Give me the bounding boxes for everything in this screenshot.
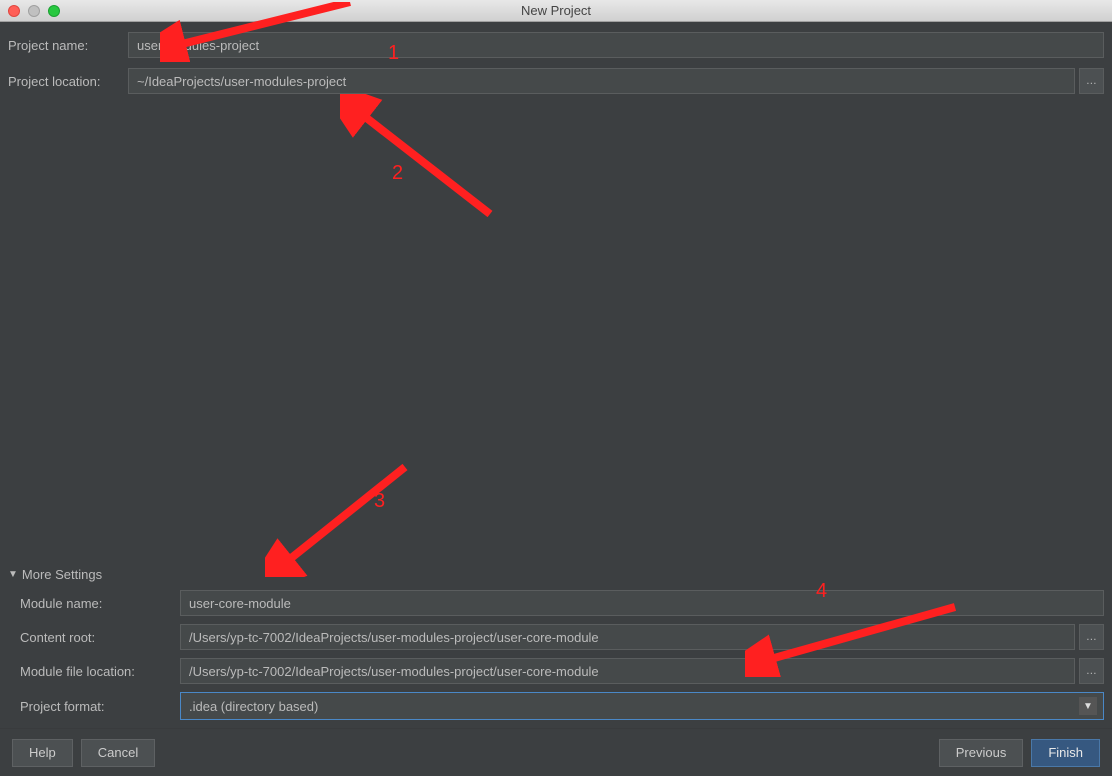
more-settings-toggle[interactable]: ▼ More Settings (8, 567, 1104, 582)
disclosure-triangle-icon: ▼ (8, 569, 18, 580)
window-title: New Project (0, 3, 1112, 18)
project-format-label: Project format: (20, 699, 180, 714)
titlebar: New Project (0, 0, 1112, 22)
minimize-window-icon (28, 5, 40, 17)
finish-button[interactable]: Finish (1031, 739, 1100, 767)
help-button[interactable]: Help (12, 739, 73, 767)
content-root-browse-button[interactable]: … (1079, 624, 1104, 650)
project-location-browse-button[interactable]: … (1079, 68, 1104, 94)
more-settings-label: More Settings (22, 567, 102, 582)
previous-button[interactable]: Previous (939, 739, 1024, 767)
project-format-select[interactable]: .idea (directory based) ▼ (180, 692, 1104, 720)
project-format-value: .idea (directory based) (189, 699, 318, 714)
module-file-location-input[interactable] (180, 658, 1075, 684)
module-file-location-label: Module file location: (20, 664, 180, 679)
content-root-input[interactable] (180, 624, 1075, 650)
project-name-label: Project name: (8, 38, 128, 53)
zoom-window-icon[interactable] (48, 5, 60, 17)
content-root-label: Content root: (20, 630, 180, 645)
project-location-label: Project location: (8, 74, 128, 89)
project-name-input[interactable] (128, 32, 1104, 58)
project-location-input[interactable] (128, 68, 1075, 94)
cancel-button[interactable]: Cancel (81, 739, 155, 767)
module-name-input[interactable] (180, 590, 1104, 616)
chevron-down-icon: ▼ (1079, 697, 1097, 715)
close-window-icon[interactable] (8, 5, 20, 17)
module-name-label: Module name: (20, 596, 180, 611)
dialog-footer: Help Cancel Previous Finish (0, 728, 1112, 776)
module-file-location-browse-button[interactable]: … (1079, 658, 1104, 684)
